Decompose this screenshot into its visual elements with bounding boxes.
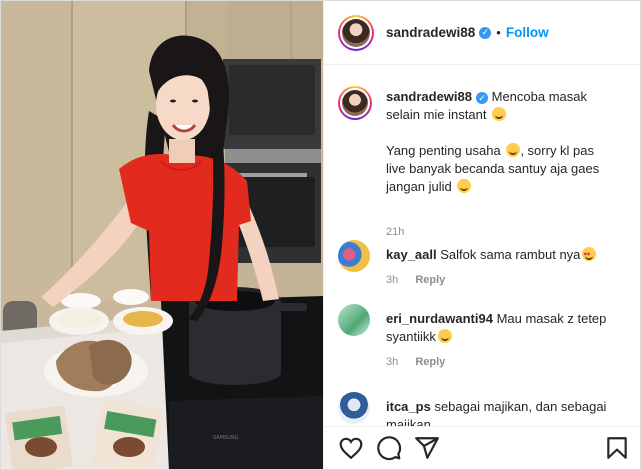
caption-line-2: selain mie instant bbox=[386, 107, 487, 122]
comment-time: 3h bbox=[386, 274, 399, 286]
grinning-sweat-emoji bbox=[457, 179, 472, 193]
comment-text: itca_ps sebagai majikan, dan sebagai maj… bbox=[386, 398, 631, 426]
header-separator: • bbox=[496, 25, 501, 40]
follow-button[interactable]: Follow bbox=[506, 25, 549, 40]
caption-time: 21h bbox=[386, 226, 405, 238]
comment-text: kay_aall Salfok sama rambut nya bbox=[386, 246, 631, 264]
caption-text: sandradewi88 ✓ Mencoba masak selain mie i… bbox=[386, 88, 631, 196]
bookmark-icon[interactable] bbox=[604, 435, 630, 461]
caption-line-3: Yang penting usaha bbox=[386, 143, 501, 158]
post-header: sandradewi88 ✓ • Follow bbox=[324, 1, 640, 65]
author-username[interactable]: sandradewi88 bbox=[386, 25, 475, 40]
commenter-avatar[interactable] bbox=[338, 240, 370, 272]
comments-list[interactable]: sandradewi88 ✓ Mencoba masak selain mie i… bbox=[324, 66, 640, 426]
commenter-avatar[interactable] bbox=[338, 392, 370, 424]
comment-username[interactable]: kay_aall bbox=[386, 247, 437, 262]
comment-body-line-2: majikan bbox=[386, 417, 431, 426]
instagram-post: SAMSUNG sandradewi88 ✓ • Follow sandrade… bbox=[0, 0, 641, 470]
reply-button[interactable]: Reply bbox=[415, 356, 445, 368]
caption-line-4: , sorry kl pas bbox=[520, 143, 595, 158]
caption-line-5: live banyak becanda santuy aja gaes bbox=[386, 161, 600, 176]
action-bar bbox=[324, 426, 640, 469]
reply-button[interactable]: Reply bbox=[415, 274, 445, 286]
comment-username[interactable]: eri_nurdawanti94 bbox=[386, 311, 493, 326]
photo-illustration: SAMSUNG bbox=[1, 1, 323, 469]
verified-icon: ✓ bbox=[479, 26, 492, 39]
heart-icon[interactable] bbox=[338, 435, 364, 461]
comment-icon[interactable] bbox=[376, 435, 402, 461]
share-icon[interactable] bbox=[414, 435, 440, 461]
commenter-avatar[interactable] bbox=[338, 304, 370, 336]
post-side-panel: sandradewi88 ✓ • Follow sandradewi88 ✓ Me… bbox=[323, 1, 640, 469]
comment-text: eri_nurdawanti94 Mau masak z tetep syant… bbox=[386, 310, 631, 346]
author-avatar[interactable] bbox=[338, 14, 374, 51]
comment-meta: 3h Reply bbox=[386, 356, 445, 368]
smiling-emoji bbox=[437, 329, 452, 343]
comment-body-line-1: sebagai majikan, dan sebagai bbox=[434, 399, 607, 414]
caption-line-1: Mencoba masak bbox=[491, 89, 588, 104]
caption-line-6: jangan julid bbox=[386, 179, 452, 194]
verified-icon: ✓ bbox=[476, 91, 488, 104]
grinning-sweat-emoji bbox=[492, 107, 507, 121]
comment-username[interactable]: itca_ps bbox=[386, 399, 431, 414]
caption-username[interactable]: sandradewi88 bbox=[386, 89, 472, 104]
comment-body-line-2: syantiikk bbox=[386, 329, 436, 344]
comment-meta: 3h Reply bbox=[386, 274, 445, 286]
laughing-emoji bbox=[506, 143, 521, 157]
svg-text:SAMSUNG: SAMSUNG bbox=[213, 435, 239, 441]
caption-avatar[interactable] bbox=[338, 86, 372, 120]
post-photo[interactable]: SAMSUNG bbox=[1, 1, 323, 469]
heart-eyes-emoji bbox=[582, 246, 597, 264]
comment-time: 3h bbox=[386, 356, 399, 368]
comment-body-line-1: Mau masak z tetep bbox=[496, 311, 607, 326]
comment-body: Salfok sama rambut nya bbox=[440, 247, 581, 262]
